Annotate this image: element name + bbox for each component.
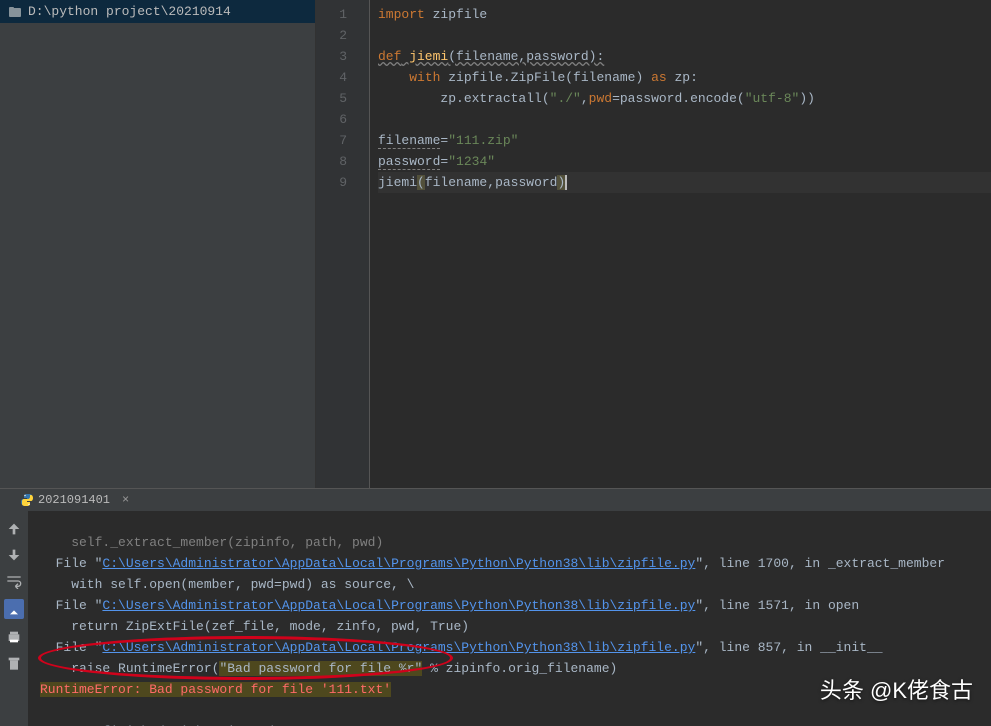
editor-caret <box>565 175 567 190</box>
string: "utf-8" <box>745 91 800 106</box>
line-number: 4 <box>316 67 369 88</box>
line-number: 8 <box>316 151 369 172</box>
python-icon <box>20 493 34 507</box>
file-link[interactable]: C:\Users\Administrator\AppData\Local\Pro… <box>102 556 695 571</box>
line-number: 1 <box>316 4 369 25</box>
project-tree-panel[interactable]: D:\python project\20210914 <box>0 0 316 488</box>
line-number: 3 <box>316 46 369 67</box>
soft-wrap-icon[interactable] <box>6 573 22 589</box>
close-tab-icon[interactable]: × <box>118 493 133 507</box>
run-tab-bar: 2021091401 × <box>0 489 991 511</box>
run-tab-label[interactable]: 2021091401 <box>38 493 114 507</box>
file-link[interactable]: C:\Users\Administrator\AppData\Local\Pro… <box>102 640 695 655</box>
line-number: 2 <box>316 25 369 46</box>
project-path-label: D:\python project\20210914 <box>28 4 231 19</box>
file-link[interactable]: C:\Users\Administrator\AppData\Local\Pro… <box>102 598 695 613</box>
function-call: jiemi <box>378 175 417 190</box>
line-number: 7 <box>316 130 369 151</box>
params: (filename,password): <box>448 49 604 64</box>
code-content[interactable]: import zipfile def jiemi(filename,passwo… <box>370 0 991 488</box>
string: "./" <box>550 91 581 106</box>
variable: password <box>378 154 440 170</box>
error-message: RuntimeError: Bad password for file '111… <box>40 682 391 697</box>
variable: filename <box>378 133 440 149</box>
folder-icon <box>8 5 22 19</box>
console-toolbar <box>0 511 28 726</box>
code-editor[interactable]: 1 2 3 4 5 6 7 8 9 import zipfile def jie… <box>316 0 991 488</box>
string: "111.zip" <box>448 133 518 148</box>
trash-icon[interactable] <box>6 655 22 671</box>
keyword: import <box>378 7 425 22</box>
up-arrow-icon[interactable] <box>6 521 22 537</box>
function-name: jiemi <box>401 49 448 64</box>
project-root-item[interactable]: D:\python project\20210914 <box>0 0 315 23</box>
keyword: with <box>409 70 440 85</box>
print-icon[interactable] <box>6 629 22 645</box>
keyword: as <box>651 70 667 85</box>
line-number: 5 <box>316 88 369 109</box>
line-number: 6 <box>316 109 369 130</box>
traceback-line: self._extract_member(zipinfo, path, pwd) <box>40 535 383 550</box>
keyword: def <box>378 49 401 64</box>
watermark: 头条 @K佬食古 <box>820 673 973 705</box>
editor-gutter: 1 2 3 4 5 6 7 8 9 <box>316 0 370 488</box>
down-arrow-icon[interactable] <box>6 547 22 563</box>
string: "1234" <box>448 154 495 169</box>
module: zipfile <box>425 7 487 22</box>
line-number: 9 <box>316 172 369 193</box>
scroll-to-end-icon[interactable] <box>4 599 24 619</box>
traceback-line: with self.open(member, pwd=pwd) as sourc… <box>40 577 414 592</box>
traceback-line: return ZipExtFile(zef_file, mode, zinfo,… <box>40 619 469 634</box>
